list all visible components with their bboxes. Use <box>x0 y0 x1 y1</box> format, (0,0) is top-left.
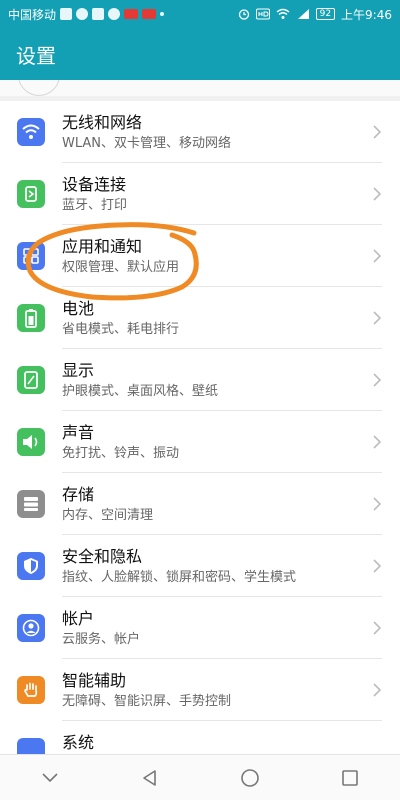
item-title: 显示 <box>62 361 95 380</box>
app-notification-icon <box>124 9 139 19</box>
chevron-right-icon <box>373 373 382 387</box>
item-title: 无线和网络 <box>62 113 143 132</box>
item-title: 系统 <box>62 733 95 752</box>
recents-square-icon <box>342 769 358 786</box>
item-subtitle: 护眼模式、桌面风格、壁纸 <box>62 384 219 399</box>
app-notification-icon <box>142 9 157 19</box>
status-left: 中国移动 <box>8 6 165 23</box>
cellular-signal-icon <box>297 9 309 19</box>
app-notification-icon <box>108 8 121 20</box>
display-icon <box>17 366 45 394</box>
chevron-right-icon <box>373 125 382 139</box>
item-title: 设备连接 <box>62 175 127 194</box>
item-texts: 应用和通知 权限管理、默认应用 <box>62 237 360 276</box>
item-subtitle: WLAN、双卡管理、移动网络 <box>62 136 232 151</box>
item-title: 电池 <box>62 299 95 318</box>
device-connection-icon <box>17 180 45 208</box>
item-texts: 无线和网络 WLAN、双卡管理、移动网络 <box>62 113 360 152</box>
chevron-right-icon <box>373 621 382 635</box>
app-bar: 设置 <box>0 28 400 80</box>
item-subtitle: 无障碍、智能识屏、手势控制 <box>62 694 232 709</box>
settings-item-sound[interactable]: 声音 免打扰、铃声、振动 <box>0 411 400 473</box>
storage-icon <box>17 490 45 518</box>
settings-item-apps-notifications[interactable]: 应用和通知 权限管理、默认应用 <box>0 225 400 287</box>
clock: 上午9:46 <box>341 7 392 22</box>
chevron-down-icon <box>42 772 58 782</box>
item-texts: 显示 护眼模式、桌面风格、壁纸 <box>62 361 360 400</box>
navigation-bar <box>0 754 400 800</box>
shield-icon <box>17 552 45 580</box>
item-texts: 智能辅助 无障碍、智能识屏、手势控制 <box>62 671 360 710</box>
item-subtitle: 指纹、人脸解锁、锁屏和密码、学生模式 <box>62 570 297 585</box>
item-subtitle: 权限管理、默认应用 <box>62 260 180 275</box>
item-texts: 设备连接 蓝牙、打印 <box>62 175 360 214</box>
wifi-signal-icon <box>276 8 290 19</box>
hand-gesture-icon <box>17 676 45 704</box>
carrier-label: 中国移动 <box>8 7 57 22</box>
item-texts: 存储 内存、空间清理 <box>62 485 360 524</box>
status-bar: 中国移动 92 上午9:46 <box>0 0 400 28</box>
settings-list: 无线和网络 WLAN、双卡管理、移动网络 设备连接 蓝牙、打印 应用和通知 权限… <box>0 101 400 783</box>
app-notification-icon <box>76 8 89 20</box>
settings-item-accessibility[interactable]: 智能辅助 无障碍、智能识屏、手势控制 <box>0 659 400 721</box>
chevron-right-icon <box>373 683 382 697</box>
chevron-right-icon <box>373 311 382 325</box>
item-texts: 系统 <box>62 733 360 755</box>
hide-nav-button[interactable] <box>34 762 66 794</box>
item-subtitle: 蓝牙、打印 <box>62 198 128 213</box>
hd-icon <box>255 8 270 20</box>
item-subtitle: 内存、空间清理 <box>62 508 154 523</box>
item-title: 存储 <box>62 485 95 504</box>
item-title: 应用和通知 <box>62 237 143 256</box>
item-title: 帐户 <box>62 609 95 628</box>
back-button[interactable] <box>134 762 166 794</box>
wifi-icon <box>17 118 45 146</box>
item-title: 声音 <box>62 423 95 442</box>
alarm-icon <box>238 9 249 20</box>
account-icon <box>17 614 45 642</box>
chevron-right-icon <box>373 559 382 573</box>
battery-level: 92 <box>315 8 336 20</box>
item-texts: 帐户 云服务、帐户 <box>62 609 360 648</box>
more-notifications-icon <box>160 12 165 16</box>
settings-item-storage[interactable]: 存储 内存、空间清理 <box>0 473 400 535</box>
item-subtitle: 省电模式、耗电排行 <box>62 322 180 337</box>
chevron-right-icon <box>373 187 382 201</box>
app-notification-icon <box>60 8 73 20</box>
scroll-header-remnant <box>0 80 400 96</box>
chevron-right-icon <box>373 497 382 511</box>
home-circle-icon <box>241 768 259 787</box>
item-subtitle: 免打扰、铃声、振动 <box>62 446 180 461</box>
speaker-icon <box>17 428 45 456</box>
apps-grid-icon <box>17 242 45 270</box>
settings-item-security-privacy[interactable]: 安全和隐私 指纹、人脸解锁、锁屏和密码、学生模式 <box>0 535 400 597</box>
home-button[interactable] <box>234 762 266 794</box>
item-texts: 安全和隐私 指纹、人脸解锁、锁屏和密码、学生模式 <box>62 547 360 586</box>
app-notification-icon <box>92 8 105 20</box>
back-triangle-icon <box>143 769 156 786</box>
battery-icon <box>17 304 45 332</box>
chevron-right-icon <box>373 435 382 449</box>
item-texts: 声音 免打扰、铃声、振动 <box>62 423 360 462</box>
settings-item-account[interactable]: 帐户 云服务、帐户 <box>0 597 400 659</box>
item-title: 安全和隐私 <box>62 547 143 566</box>
item-title: 智能辅助 <box>62 671 127 690</box>
item-subtitle: 云服务、帐户 <box>62 632 141 647</box>
page-title: 设置 <box>16 43 56 68</box>
item-texts: 电池 省电模式、耗电排行 <box>62 299 360 338</box>
recents-button[interactable] <box>334 762 366 794</box>
settings-item-network[interactable]: 无线和网络 WLAN、双卡管理、移动网络 <box>0 101 400 163</box>
settings-item-display[interactable]: 显示 护眼模式、桌面风格、壁纸 <box>0 349 400 411</box>
settings-item-battery[interactable]: 电池 省电模式、耗电排行 <box>0 287 400 349</box>
chevron-right-icon <box>373 249 382 263</box>
settings-item-device-connection[interactable]: 设备连接 蓝牙、打印 <box>0 163 400 225</box>
settings-screen: 中国移动 92 上午9:46 设置 无线和网络 WLAN、双卡管理、移动网络 设… <box>0 0 400 800</box>
status-right: 92 上午9:46 <box>238 6 392 23</box>
